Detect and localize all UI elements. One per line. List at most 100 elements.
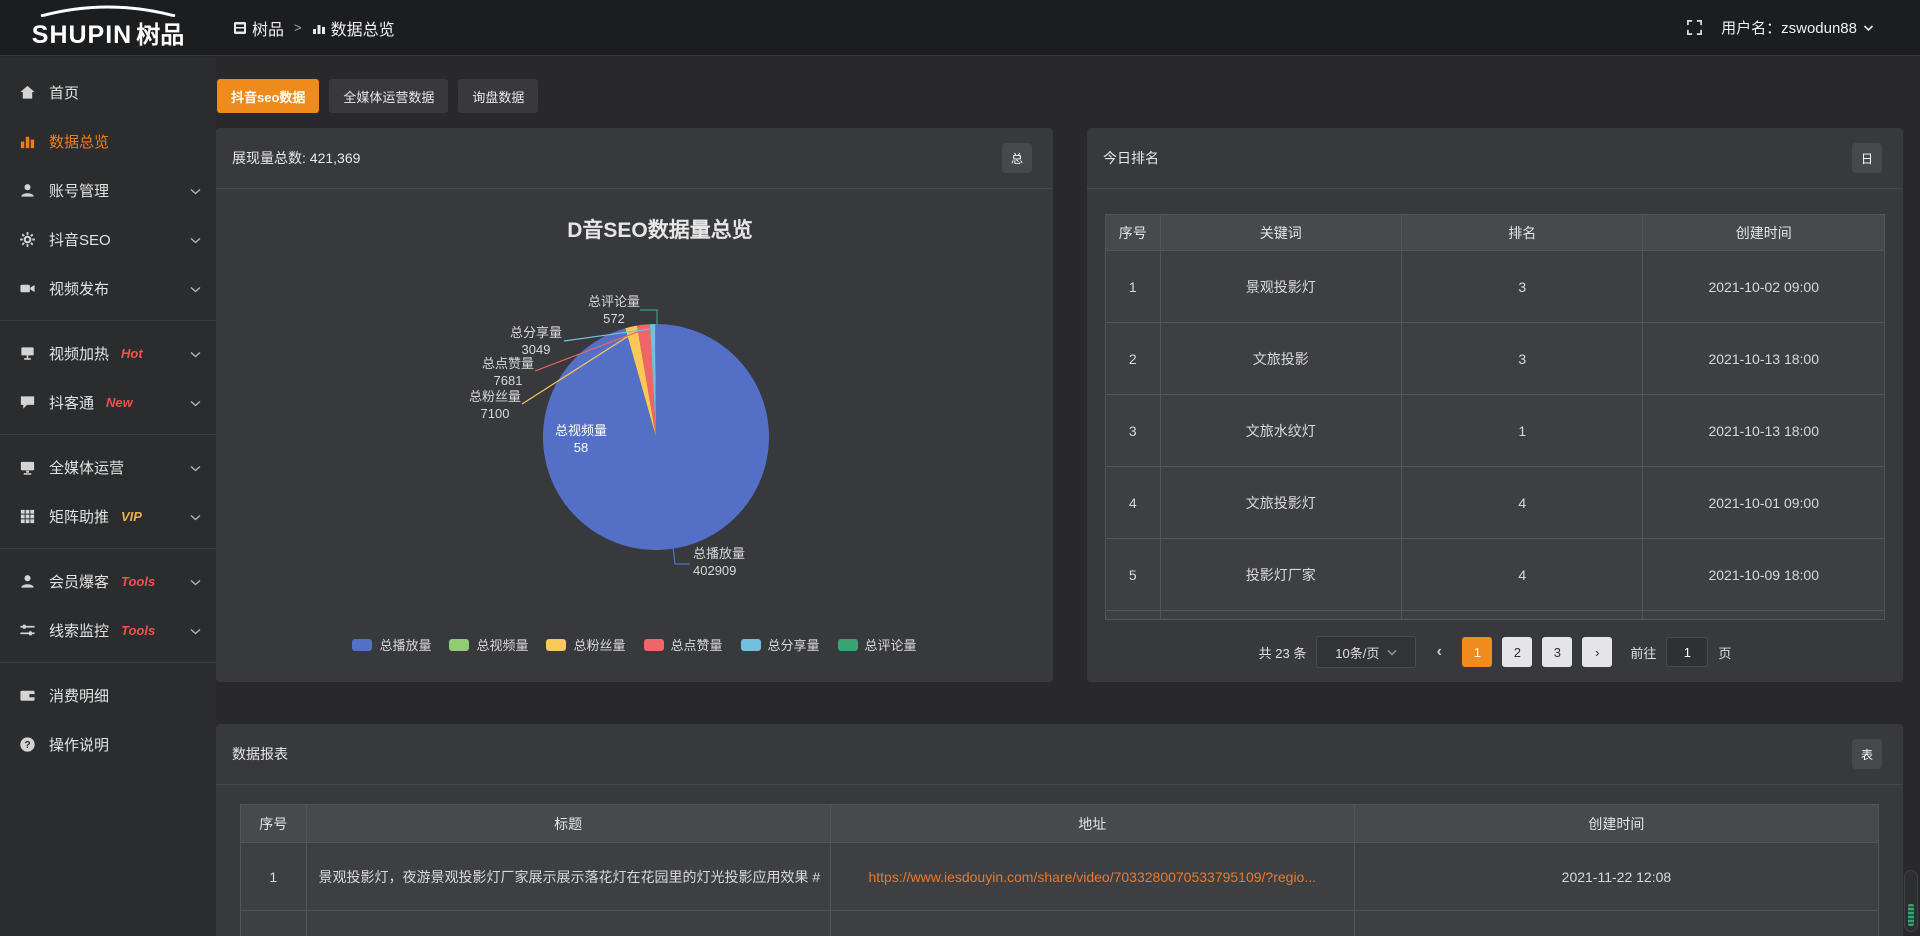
sidebar-item-data-overview[interactable]: 数据总览 — [0, 117, 216, 166]
legend-label: 总视频量 — [476, 635, 528, 654]
sidebar-item-video-heat[interactable]: 视频加热 Hot — [0, 329, 216, 378]
sidebar-item-account[interactable]: 账号管理 — [0, 166, 216, 215]
chevron-down-icon — [190, 237, 201, 244]
chevron-down-icon — [190, 286, 201, 293]
sidebar-item-doukelong[interactable]: 抖客通 New — [0, 378, 216, 427]
breadcrumb-current[interactable]: 数据总览 — [312, 16, 395, 40]
sidebar-item-lead-monitor[interactable]: 线索监控 Tools — [0, 606, 216, 655]
sidebar-divider — [0, 434, 216, 435]
cell-no: 1 — [241, 843, 307, 911]
page-size-select[interactable]: 10条/页 — [1316, 636, 1416, 668]
sliders-icon — [19, 622, 36, 639]
overview-card-header: 展现量总数: 421,369 总 — [216, 128, 1053, 189]
pie-label-总点赞量: 总点赞量7681 — [482, 356, 534, 388]
sidebar-item-expense-detail[interactable]: 消费明细 — [0, 671, 216, 720]
video-camera-icon — [19, 280, 36, 297]
goto-page-input[interactable] — [1666, 637, 1708, 667]
pie-label-总评论量: 总评论量572 — [588, 294, 640, 326]
page-button-1[interactable]: 1 — [1462, 637, 1492, 667]
video-link[interactable]: https://www.iesdouyin.com/share/video/70… — [868, 869, 1316, 885]
legend-item-总视频量[interactable]: 总视频量 — [449, 635, 528, 654]
prev-page-button[interactable]: ‹ — [1426, 637, 1452, 667]
tab-media-operation-data[interactable]: 全媒体运营数据 — [329, 79, 448, 113]
next-page-button[interactable]: › — [1582, 637, 1612, 667]
legend-swatch — [546, 639, 566, 651]
ranking-card-header: 今日排名 日 — [1087, 128, 1903, 189]
chevron-down-icon — [1387, 649, 1397, 656]
tab-inquiry-data[interactable]: 询盘数据 — [458, 79, 538, 113]
table-view-button[interactable]: 表 — [1852, 739, 1882, 769]
column-header: 标题 — [306, 805, 830, 843]
data-source-tabs: 抖音seo数据 全媒体运营数据 询盘数据 — [217, 79, 538, 113]
cell-created: 2021-10-02 09:00 — [1643, 251, 1885, 323]
sidebar-item-label: 视频发布 — [49, 278, 109, 299]
sidebar-item-label: 视频加热 — [49, 343, 109, 364]
sidebar-item-label: 账号管理 — [49, 180, 109, 201]
sidebar-item-media-operation[interactable]: 全媒体运营 — [0, 443, 216, 492]
sidebar-item-member-burst[interactable]: 会员爆客 Tools — [0, 557, 216, 606]
bar-chart-icon — [312, 21, 326, 35]
column-header: 序号 — [241, 805, 307, 843]
chevron-down-icon — [190, 400, 201, 407]
cell-url: https://www.iesdouyin.com/share/video/70… — [830, 843, 1354, 911]
sidebar-item-label: 数据总览 — [49, 131, 109, 152]
tab-label: 询盘数据 — [472, 87, 524, 106]
sidebar-item-douyin-seo[interactable]: 抖音SEO — [0, 215, 216, 264]
sidebar-item-instructions[interactable]: ? 操作说明 — [0, 720, 216, 769]
report-card-header: 数据报表 表 — [216, 724, 1903, 785]
legend-swatch — [449, 639, 469, 651]
tab-douyin-seo-data[interactable]: 抖音seo数据 — [217, 79, 319, 113]
sidebar: 首页 数据总览 账号管理 抖音SEO 视频发布 视频加热 Hot — [0, 57, 216, 936]
legend-label: 总分享量 — [768, 635, 820, 654]
legend-item-总粉丝量[interactable]: 总粉丝量 — [546, 635, 625, 654]
pie-label-line — [640, 310, 657, 325]
column-header: 创建时间 — [1643, 215, 1885, 251]
user-menu[interactable]: 用户名：zswodun88 — [1721, 17, 1874, 38]
goto-label: 前往 — [1630, 643, 1656, 662]
page-button-3[interactable]: 3 — [1542, 637, 1572, 667]
user-label: 用户名：zswodun88 — [1721, 17, 1857, 38]
app-logo[interactable]: SHUPIN 树品 — [0, 0, 216, 56]
sidebar-item-label: 抖客通 — [49, 392, 94, 413]
chevron-down-icon — [190, 465, 201, 472]
scrollbar[interactable] — [1904, 870, 1918, 932]
legend-item-总点赞量[interactable]: 总点赞量 — [644, 635, 723, 654]
cell-title: 景观投影灯，夜游景观投影灯厂家展示展示落花灯在花园里的灯光投影应用效果 # — [306, 843, 830, 911]
tools-badge: Tools — [121, 623, 155, 638]
breadcrumb-root[interactable]: 树品 — [233, 16, 284, 40]
column-header: 创建时间 — [1354, 805, 1878, 843]
chevron-down-icon — [190, 628, 201, 635]
user-icon — [19, 182, 36, 199]
page-button-2[interactable]: 2 — [1502, 637, 1532, 667]
cell-created: 2021-11-22 12:08 — [1354, 843, 1878, 911]
sidebar-item-video-publish[interactable]: 视频发布 — [0, 264, 216, 313]
fullscreen-icon[interactable] — [1686, 19, 1703, 36]
cell-no: 3 — [1106, 395, 1161, 467]
legend-swatch — [838, 639, 858, 651]
cell-keyword: 景观投影灯 — [1160, 251, 1401, 323]
chat-icon — [19, 394, 36, 411]
legend-item-总评论量[interactable]: 总评论量 — [838, 635, 917, 654]
legend-item-总分享量[interactable]: 总分享量 — [741, 635, 820, 654]
ranking-card-title: 今日排名 — [1103, 148, 1159, 168]
breadcrumb-separator: > — [294, 20, 302, 35]
overview-card: 展现量总数: 421,369 总 D音SEO数据量总览 总播放量402909总视… — [216, 128, 1053, 682]
table-row: 1 景观投影灯 3 2021-10-02 09:00 — [1106, 251, 1885, 323]
total-view-button[interactable]: 总 — [1002, 143, 1032, 173]
question-icon: ? — [19, 736, 36, 753]
cell-keyword: 文旅投影灯 — [1160, 467, 1401, 539]
sidebar-item-label: 矩阵助推 — [49, 506, 109, 527]
daily-view-button[interactable]: 日 — [1852, 143, 1882, 173]
sidebar-item-home[interactable]: 首页 — [0, 68, 216, 117]
scrollbar-thumb[interactable] — [1908, 904, 1914, 926]
cell-rank: 4 — [1402, 539, 1643, 611]
pie-chart: D音SEO数据量总览 总播放量402909总视频量58总粉丝量7100总点赞量7… — [216, 189, 1053, 629]
report-card: 数据报表 表 序号 标题 地址 创建时间 1 景观投影灯，夜游景观投影灯 — [216, 724, 1903, 936]
table-row: 1 景观投影灯，夜游景观投影灯厂家展示展示落花灯在花园里的灯光投影应用效果 # … — [241, 843, 1879, 911]
legend-swatch — [644, 639, 664, 651]
chevron-down-icon — [1863, 24, 1874, 32]
legend-swatch — [741, 639, 761, 651]
table-row: 3 文旅水纹灯 1 2021-10-13 18:00 — [1106, 395, 1885, 467]
legend-item-总播放量[interactable]: 总播放量 — [352, 635, 431, 654]
sidebar-item-matrix-boost[interactable]: 矩阵助推 VIP — [0, 492, 216, 541]
